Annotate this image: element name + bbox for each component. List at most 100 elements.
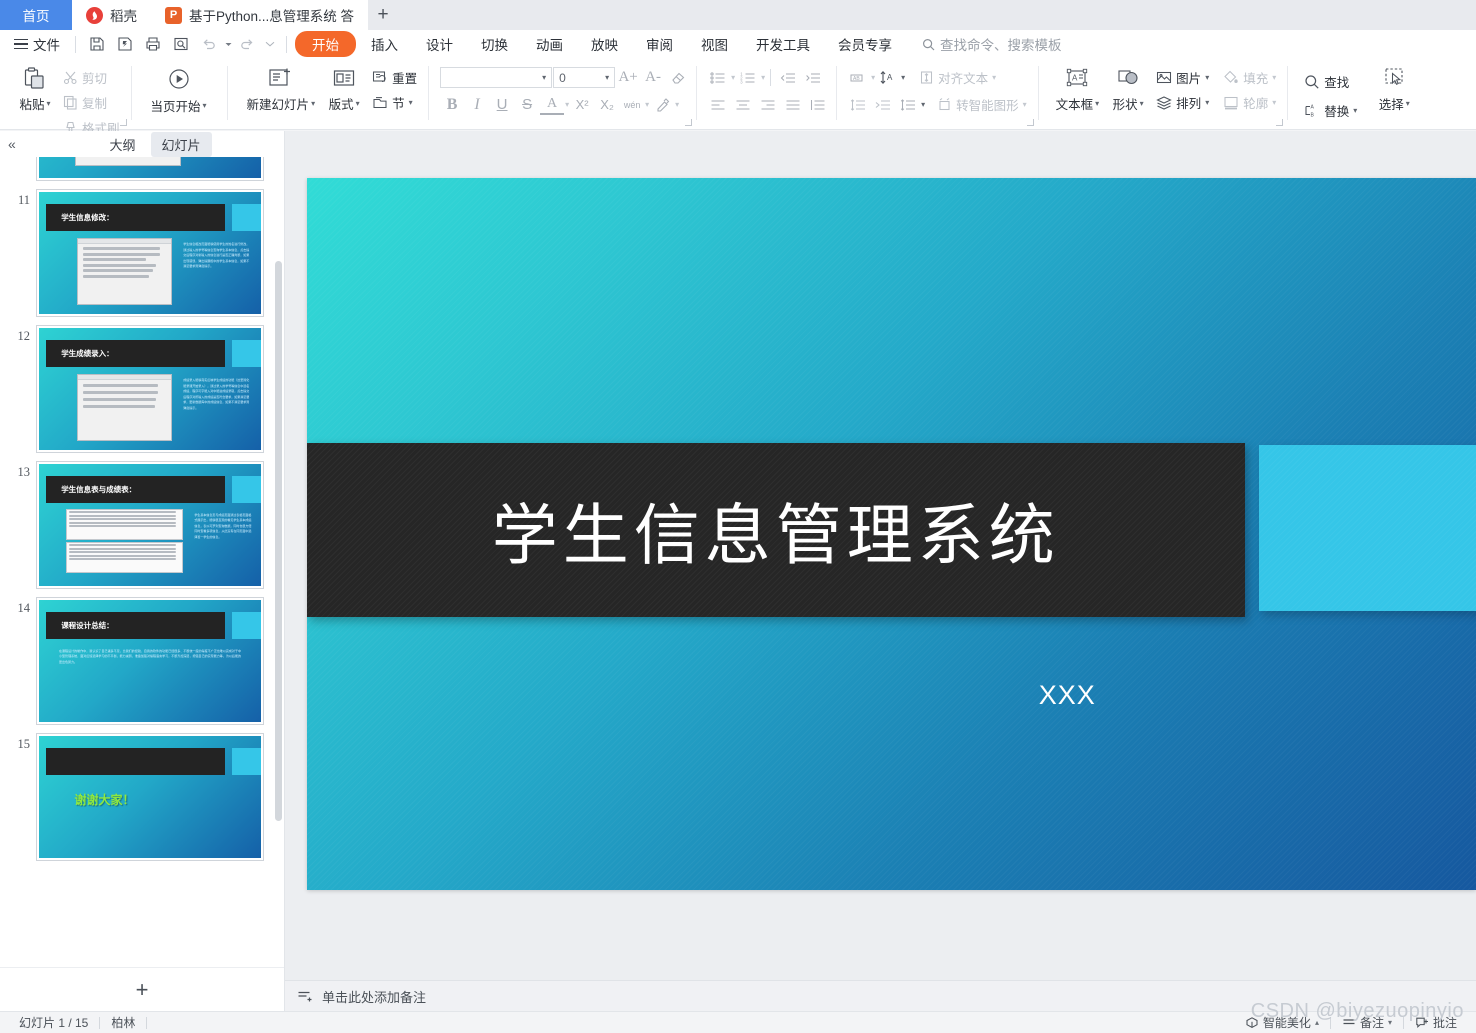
align-right-icon[interactable] [756,93,780,116]
highlight-icon[interactable] [650,93,674,116]
tab-home[interactable]: 首页 [0,0,72,30]
list-item[interactable]: 11 学生信息修改： 学生信息相改页面能够使用学生的姓名进行修改，通过输入的学号… [0,185,284,321]
increase-indent-icon[interactable] [801,66,825,89]
undo-icon[interactable] [195,32,223,56]
chevron-down-icon[interactable]: ▾ [921,100,925,109]
decrease-font-size-button[interactable]: A- [641,66,665,89]
bullet-list-icon[interactable] [706,66,730,89]
menu-item-start[interactable]: 开始 [295,31,356,57]
slide-thumbnail[interactable]: 课程设计总结： 在课程设计的制作中，我认识了自己诸多不足，比我们的经验、自我的软… [36,597,264,725]
chevron-down-icon[interactable]: ▾ [1140,99,1144,108]
chevron-down-icon[interactable]: ▾ [1353,106,1357,115]
font-size-select[interactable]: 0 ▾ [553,67,616,88]
slide-canvas[interactable]: 学生信息管理系统 XXX [307,178,1476,890]
bold-button[interactable]: B [440,93,464,116]
clear-format-icon[interactable] [666,66,690,89]
title-placeholder[interactable]: 学生信息管理系统 [307,442,1245,618]
list-item[interactable]: 13 学生信息表与成绩表： 学生基本信息页与成绩页面通过表格页面格式展示出，能够… [0,457,284,593]
underline-button[interactable]: U [490,93,514,116]
tab-outline[interactable]: 大纲 [98,132,146,157]
paste-button[interactable]: 粘贴 ▾ [12,62,58,113]
chevron-down-icon[interactable]: ▾ [1205,73,1209,82]
chevron-down-icon[interactable]: ▾ [992,73,996,82]
menu-item-view[interactable]: 视图 [688,31,741,57]
new-slide-button[interactable]: 新建幻灯片 ▾ [241,62,322,113]
slide-thumbnail-list[interactable]: 10 [0,157,284,967]
decrease-indent-icon[interactable] [776,66,800,89]
menu-item-member[interactable]: 会员专享 [825,31,905,57]
menu-item-transitions[interactable]: 切换 [468,31,521,57]
list-item[interactable]: 15 谢谢大家！ [0,729,284,865]
slide-counter[interactable]: 幻灯片 1 / 15 [8,1014,99,1031]
text-direction-icon[interactable]: AB [846,66,870,89]
menu-item-animations[interactable]: 动画 [523,31,576,57]
chevron-down-icon[interactable]: ▾ [1095,99,1099,108]
subscript-button[interactable]: X₂ [595,93,619,116]
menu-item-developer[interactable]: 开发工具 [743,31,823,57]
clipboard-dialog-launcher[interactable] [119,119,127,126]
chevron-down-icon[interactable]: ▾ [731,73,735,82]
chevron-down-icon[interactable]: ▾ [542,73,546,82]
slide-thumbnail[interactable] [36,157,264,181]
slide-thumbnail[interactable]: 学生信息修改： 学生信息相改页面能够使用学生的姓名进行修改，通过输入的学号等信息… [36,189,264,317]
chevron-down-icon[interactable]: ▾ [1272,98,1276,107]
chevron-down-icon[interactable]: ▾ [675,100,679,109]
increase-font-size-button[interactable]: A+ [616,66,640,89]
chevron-down-icon[interactable]: ▾ [645,100,649,109]
menu-item-review[interactable]: 审阅 [633,31,686,57]
phonetic-guide-button[interactable]: wén [620,93,644,116]
italic-button[interactable]: I [465,93,489,116]
menu-item-slideshow[interactable]: 放映 [578,31,631,57]
notes-toggle-button[interactable]: 备注 ▾ [1331,1014,1403,1031]
chevron-up-icon[interactable]: ▴ [1315,1018,1319,1027]
cut-button[interactable]: 剪切 [58,66,125,89]
convert-to-smartart-button[interactable]: 转智能图形 ▾ [932,93,1032,116]
paragraph-dialog-launcher[interactable] [1026,119,1034,126]
align-left-icon[interactable] [706,93,730,116]
font-family-select[interactable]: ▾ [440,67,553,88]
find-button[interactable]: 查找 [1299,70,1362,93]
chevron-down-icon[interactable]: ▾ [1023,100,1027,109]
redo-icon[interactable] [233,32,261,56]
chevron-down-icon[interactable]: ▾ [605,73,609,82]
insert-dialog-launcher[interactable] [1276,119,1284,126]
font-dialog-launcher[interactable] [685,119,693,126]
outline-button[interactable]: 轮廓 ▾ [1218,91,1281,114]
chevron-down-icon[interactable]: ▾ [1272,73,1276,82]
beautify-button[interactable]: 智能美化 ▴ [1234,1014,1330,1031]
select-button[interactable]: 选择 ▾ [1370,62,1418,113]
tab-document[interactable]: P 基于Python...息管理系统 答 [151,0,369,30]
textbox-button[interactable]: A 文本框 ▾ [1050,62,1106,113]
list-item[interactable]: 10 [0,157,284,185]
print-preview-icon[interactable] [167,32,195,56]
chevron-down-icon[interactable]: ▾ [409,98,413,107]
fill-button[interactable]: 填充 ▾ [1218,66,1281,89]
menu-item-insert[interactable]: 插入 [358,31,411,57]
chevron-down-icon[interactable]: ▾ [203,101,207,110]
notes-pane[interactable]: 单击此处添加备注 [285,980,1476,1011]
layout-button[interactable]: 版式 ▾ [321,62,367,113]
undo-caret-icon[interactable] [223,32,233,56]
menu-item-design[interactable]: 设计 [413,31,466,57]
tab-docer[interactable]: 稻壳 [72,0,151,30]
save-as-icon[interactable] [111,32,139,56]
chevron-down-icon[interactable]: ▾ [356,99,360,108]
align-text-button[interactable]: 对齐文本 ▾ [914,66,1001,89]
list-item[interactable]: 14 课程设计总结： 在课程设计的制作中，我认识了自己诸多不足，比我们的经验、自… [0,593,284,729]
superscript-button[interactable]: X² [570,93,594,116]
search-command-box[interactable]: 查找命令、搜索模板 [922,34,1062,54]
save-icon[interactable] [83,32,111,56]
list-item[interactable]: 12 学生成绩录入： 成绩录入能够真实反映学生成绩的功能（这里简化能录课开始录入… [0,321,284,457]
chevron-down-icon[interactable]: ▾ [871,73,875,82]
chevron-down-icon[interactable]: ▾ [761,73,765,82]
file-menu-button[interactable]: 文件 [10,34,68,54]
font-color-button[interactable]: A [540,95,565,115]
picture-button[interactable]: 图片 ▾ [1151,66,1214,89]
chevron-down-icon[interactable]: ▾ [1205,98,1209,107]
shape-button[interactable]: 形状 ▾ [1105,62,1151,113]
strikethrough-button[interactable]: S [515,93,539,116]
reset-button[interactable]: 重置 [367,66,422,89]
copy-button[interactable]: 复制 [58,91,125,114]
replace-button[interactable]: AB 替换 ▾ [1299,99,1362,122]
print-icon[interactable] [139,32,167,56]
